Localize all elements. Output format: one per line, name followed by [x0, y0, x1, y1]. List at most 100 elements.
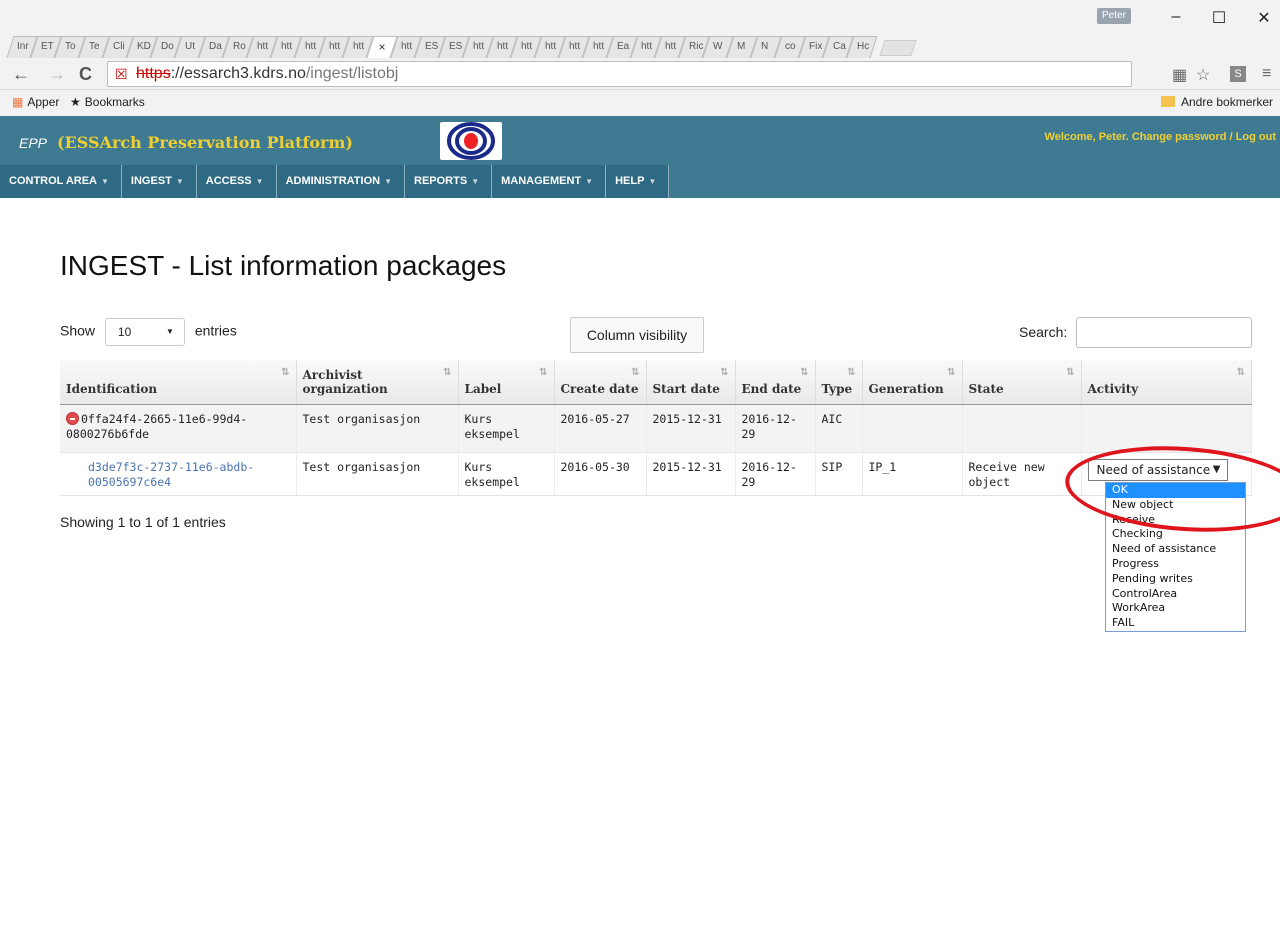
sort-icon: ⇅ — [631, 367, 640, 378]
logo-icon — [440, 122, 502, 160]
search-input[interactable] — [1076, 317, 1252, 348]
page-length-control: Show 10 ▼ entries — [60, 318, 237, 346]
cell-end-date: 2016-12-29 — [735, 404, 816, 453]
activity-option[interactable]: Checking — [1106, 527, 1245, 542]
close-window-icon[interactable]: ✕ — [1254, 8, 1274, 28]
cell-organization: Test organisasjon — [296, 404, 459, 453]
nav-item-reports[interactable]: REPORTS ▼ — [405, 165, 493, 198]
activity-option[interactable]: ControlArea — [1106, 587, 1245, 602]
minimize-icon[interactable]: – — [1166, 8, 1186, 26]
menu-icon[interactable]: ≡ — [1262, 65, 1271, 83]
package-link[interactable]: d3de7f3c-2737-11e6-abdb-00505697c6e4 — [66, 460, 290, 490]
extension-icon[interactable]: S — [1230, 66, 1246, 82]
column-visibility-button[interactable]: Column visibility — [570, 317, 704, 353]
column-header[interactable]: Archivist organization ⇅ — [296, 360, 459, 405]
reload-icon[interactable]: C — [79, 64, 92, 85]
table-row: 0ffa24f4-2665-11e6-99d4-0800276b6fde Tes… — [60, 404, 1252, 453]
cell-create-date: 2016-05-30 — [554, 452, 647, 496]
nav-item-administration[interactable]: ADMINISTRATION ▼ — [277, 165, 405, 198]
packages-table: Identification ⇅ Archivist organization ⇅ La… — [60, 360, 1252, 496]
table-header-row: Identification ⇅ Archivist organization ⇅ La… — [60, 360, 1252, 405]
cell-end-date: 2016-12-29 — [735, 452, 816, 496]
remove-icon[interactable] — [66, 411, 79, 425]
sort-icon: ⇅ — [720, 367, 729, 378]
bookmarks-folder[interactable]: ★ Bookmarks — [70, 95, 145, 109]
column-header[interactable]: Identification ⇅ — [60, 360, 297, 405]
sort-icon: ⇅ — [281, 367, 290, 378]
profile-chip[interactable]: Peter — [1097, 8, 1131, 24]
caret-down-icon: ▼ — [384, 177, 392, 186]
nav-item-access[interactable]: ACCESS ▼ — [197, 165, 277, 198]
back-icon[interactable]: ← — [12, 64, 30, 85]
sort-icon: ⇅ — [947, 367, 956, 378]
main-nav: CONTROL AREA ▼ INGEST ▼ ACCESS ▼ ADMINISTRATIO… — [0, 165, 670, 198]
bookmarks-bar: ▦ Apper ★ Bookmarks Andre bokmerker — [0, 90, 1280, 116]
cell-start-date: 2015-12-31 — [646, 404, 736, 453]
cell-generation — [862, 404, 963, 453]
address-bar-row: ← → C ☒ https://essarch3.kdrs.no/ingest/l… — [0, 58, 1280, 90]
browser-tab[interactable]: Hc — [846, 36, 878, 58]
url-input[interactable]: ☒ https://essarch3.kdrs.no/ingest/listobj — [107, 61, 1132, 87]
activity-option[interactable]: OK — [1106, 483, 1245, 498]
cell-label: Kurs eksempel — [458, 404, 555, 453]
folder-icon — [1161, 96, 1175, 107]
column-header[interactable]: Label ⇅ — [458, 360, 555, 405]
tab-strip: Inr ET To Te Cli KD Do Ut Da Ro htt htt htt htt htt × ht… — [6, 30, 917, 58]
column-header[interactable]: Type ⇅ — [815, 360, 863, 405]
forward-icon[interactable]: → — [48, 64, 66, 85]
activity-option[interactable]: Pending writes — [1106, 572, 1245, 587]
caret-down-icon: ▼ — [255, 177, 264, 186]
sort-icon: ⇅ — [539, 367, 548, 378]
maximize-icon[interactable]: ☐ — [1209, 8, 1229, 28]
cell-identification: d3de7f3c-2737-11e6-abdb-00505697c6e4 — [60, 452, 297, 496]
sort-icon: ⇅ — [1066, 367, 1075, 378]
cell-label: Kurs eksempel — [458, 452, 555, 496]
sort-icon: ⇅ — [443, 367, 452, 378]
star-icon: ★ — [70, 95, 81, 109]
activity-option[interactable]: WorkArea — [1106, 601, 1245, 616]
nav-item-control-area[interactable]: CONTROL AREA ▼ — [0, 165, 122, 198]
column-header[interactable]: Create date ⇅ — [554, 360, 647, 405]
insecure-lock-icon[interactable]: ☒ — [115, 62, 128, 86]
caret-down-icon: ▼ — [175, 177, 184, 186]
activity-option[interactable]: Need of assistance — [1106, 542, 1245, 557]
activity-dropdown-list: OK New object Receive Checking Need of assis… — [1105, 482, 1246, 632]
search-label: Search: — [1019, 324, 1068, 340]
page-title: INGEST - List information packages — [60, 250, 507, 281]
table-info: Showing 1 to 1 of 1 entries — [60, 514, 226, 530]
caret-down-icon: ▼ — [648, 177, 657, 186]
welcome-text[interactable]: Welcome, Peter. Change password / Log ou… — [1045, 131, 1276, 143]
activity-option[interactable]: Receive — [1106, 513, 1245, 528]
cell-state — [962, 404, 1082, 453]
nav-item-management[interactable]: MANAGEMENT ▼ — [492, 165, 607, 198]
cell-start-date: 2015-12-31 — [646, 452, 736, 496]
nav-item-ingest[interactable]: INGEST ▼ — [122, 165, 197, 198]
activity-option[interactable]: Progress — [1106, 557, 1245, 572]
column-header[interactable]: Generation ⇅ — [862, 360, 963, 405]
column-header[interactable]: State ⇅ — [962, 360, 1082, 405]
activity-select[interactable]: Need of assistance ▼ — [1087, 458, 1228, 481]
translate-icon[interactable]: ▦ — [1172, 65, 1187, 85]
new-tab-button[interactable] — [879, 40, 917, 56]
cell-type: AIC — [815, 404, 863, 453]
sort-icon: ⇅ — [1236, 367, 1245, 378]
bookmark-star-icon[interactable]: ☆ — [1196, 65, 1210, 85]
caret-down-icon: ▼ — [585, 177, 594, 186]
column-header[interactable]: Start date ⇅ — [646, 360, 736, 405]
column-header[interactable]: End date ⇅ — [735, 360, 816, 405]
browser-titlebar: Inr ET To Te Cli KD Do Ut Da Ro htt htt htt htt htt × ht… — [0, 0, 1280, 58]
column-header[interactable]: Activity ⇅ — [1081, 360, 1252, 405]
apps-grid-icon: ▦ — [12, 95, 24, 109]
activity-option[interactable]: FAIL — [1106, 616, 1245, 631]
sort-icon: ⇅ — [800, 367, 809, 378]
apps-bookmark[interactable]: ▦ Apper — [12, 95, 59, 109]
activity-option[interactable]: New object — [1106, 498, 1245, 513]
cell-organization: Test organisasjon — [296, 452, 459, 496]
table-row: d3de7f3c-2737-11e6-abdb-00505697c6e4 Tes… — [60, 452, 1252, 496]
caret-down-icon: ▼ — [101, 177, 109, 186]
cell-create-date: 2016-05-27 — [554, 404, 647, 453]
cell-activity — [1081, 404, 1252, 453]
page-length-select[interactable]: 10 ▼ — [104, 318, 185, 346]
nav-item-help[interactable]: HELP ▼ — [606, 165, 670, 198]
other-bookmarks-folder[interactable]: Andre bokmerker — [1161, 95, 1273, 109]
